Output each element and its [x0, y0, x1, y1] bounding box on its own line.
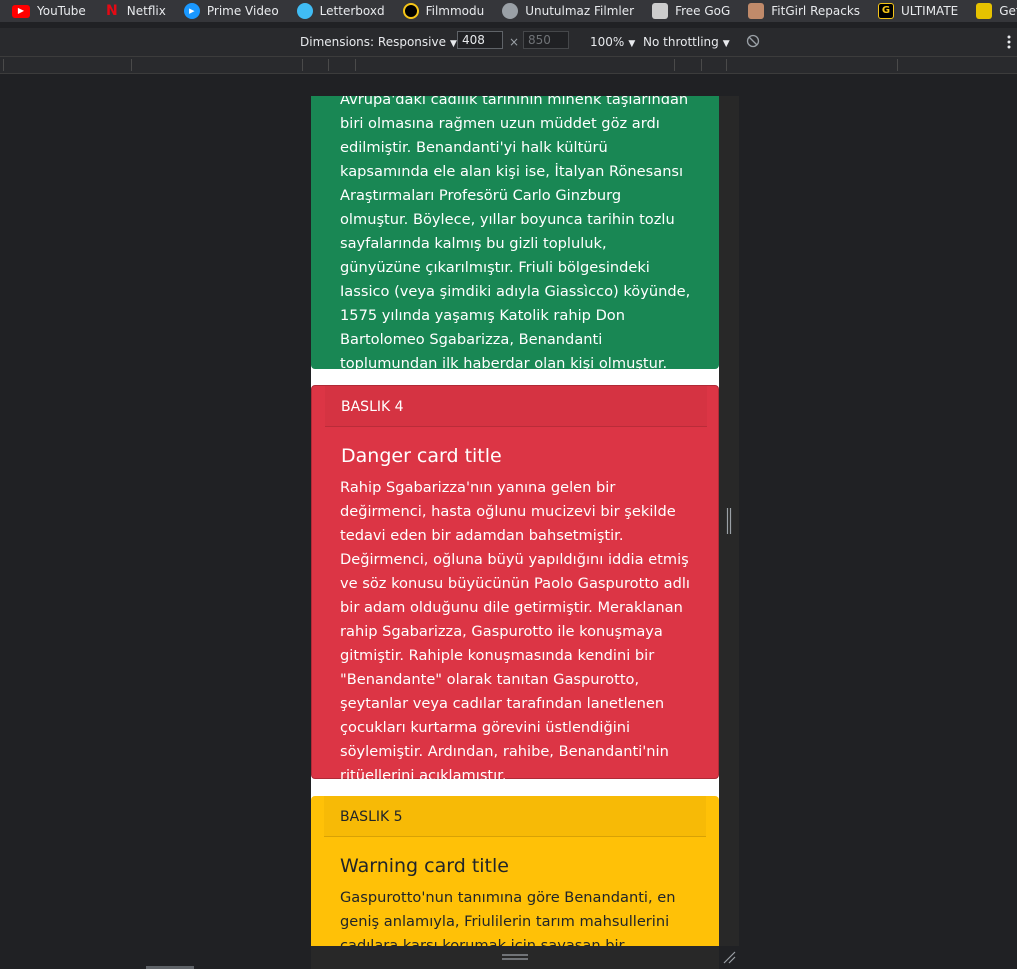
ultimate-icon: G [878, 3, 895, 19]
bookmark-fitgirl[interactable]: FitGirl Repacks [736, 0, 866, 22]
rotate-icon[interactable] [746, 34, 760, 48]
bookmark-freegog[interactable]: Free GoG [640, 0, 736, 22]
danger-card-title: Danger card title [341, 445, 502, 467]
bookmark-label: Filmmodu [425, 4, 485, 18]
success-card-text: Avrupa'daki cadılık tarihinin mihenk taş… [340, 96, 691, 372]
chevron-down-icon: ▼ [722, 39, 730, 49]
bookmark-label: FitGirl Repacks [771, 4, 861, 18]
bookmark-label: Netflix [126, 4, 166, 18]
chevron-down-icon: ▼ [628, 39, 636, 49]
bookmark-label: Prime Video [206, 4, 279, 18]
bookmark-label: ULTIMATE [901, 4, 959, 18]
bookmark-label: GetComics [999, 4, 1017, 18]
resize-corner-icon[interactable] [722, 950, 736, 964]
danger-card-text: Rahip Sgabarizza'nın yanına gelen bir de… [340, 479, 690, 784]
width-input[interactable] [457, 31, 503, 49]
netflix-icon: N [105, 3, 118, 19]
bookmark-letterboxd[interactable]: Letterboxd [285, 0, 391, 22]
bookmark-filmmodu[interactable]: Filmmodu [391, 0, 491, 22]
bookmark-globe[interactable]: Unutulmaz Filmler [490, 0, 640, 22]
bookmark-label: Letterboxd [319, 4, 385, 18]
warning-card-text: Gaspurotto'nun tanımına göre Benandanti,… [340, 889, 676, 946]
media-query-bar[interactable] [0, 57, 1017, 74]
dimensions-separator: × [509, 35, 520, 49]
letterboxd-icon [296, 3, 313, 19]
bookmark-netflix[interactable]: N Netflix [92, 0, 172, 22]
chevron-down-icon: ▼ [449, 39, 457, 49]
zoom-label: 100% [590, 35, 625, 49]
zoom-dropdown[interactable]: 100% ▼ [590, 35, 635, 49]
warning-card: BASLIK 5 Warning card title Gaspurotto'n… [311, 796, 719, 946]
danger-card-header: BASLIK 4 [325, 386, 707, 427]
height-input[interactable] [523, 31, 569, 49]
globe-icon [502, 3, 519, 19]
freegog-icon [652, 3, 669, 19]
getcomics-icon [976, 3, 993, 19]
bookmark-getcomics[interactable]: GetComics [964, 0, 1017, 22]
youtube-icon: ▶ [12, 4, 30, 18]
success-card: Avrupa'daki cadılık tarihinin mihenk taş… [311, 96, 719, 372]
bookmarks-bar: ▶ YouTube N Netflix ▶ Prime Video Letterboxd Fi… [0, 0, 1017, 22]
danger-card: BASLIK 4 Danger card title Rahip Sgabari… [311, 385, 719, 784]
device-viewport[interactable]: Avrupa'daki cadılık tarihinin mihenk taş… [311, 96, 719, 946]
fitgirl-icon [748, 3, 765, 19]
bookmark-ultimate[interactable]: G ULTIMATE [866, 0, 964, 22]
bookmark-label: Free GoG [675, 4, 731, 18]
resize-handle-icon[interactable] [726, 508, 732, 534]
warning-card-title: Warning card title [340, 855, 509, 877]
bookmark-prime-video[interactable]: ▶ Prime Video [172, 0, 285, 22]
dimensions-label: Dimensions: Responsive [300, 35, 446, 49]
device-toolbar: Dimensions: Responsive▼ × 100%▼ No throt… [0, 28, 1017, 56]
bookmark-label: Unutulmaz Filmler [525, 4, 635, 18]
drag-handle-icon[interactable] [502, 953, 528, 961]
bookmark-youtube[interactable]: ▶ YouTube [0, 0, 92, 22]
filmmodu-icon [402, 3, 419, 19]
throttling-dropdown[interactable]: No throttling ▼ [643, 35, 730, 49]
bookmark-label: YouTube [37, 4, 86, 18]
warning-card-header: BASLIK 5 [324, 796, 706, 837]
dimensions-dropdown[interactable]: Dimensions: Responsive ▼ [300, 35, 457, 49]
prime-video-icon: ▶ [183, 3, 200, 19]
throttling-label: No throttling [643, 35, 719, 49]
more-options-icon[interactable] [1006, 34, 1012, 50]
